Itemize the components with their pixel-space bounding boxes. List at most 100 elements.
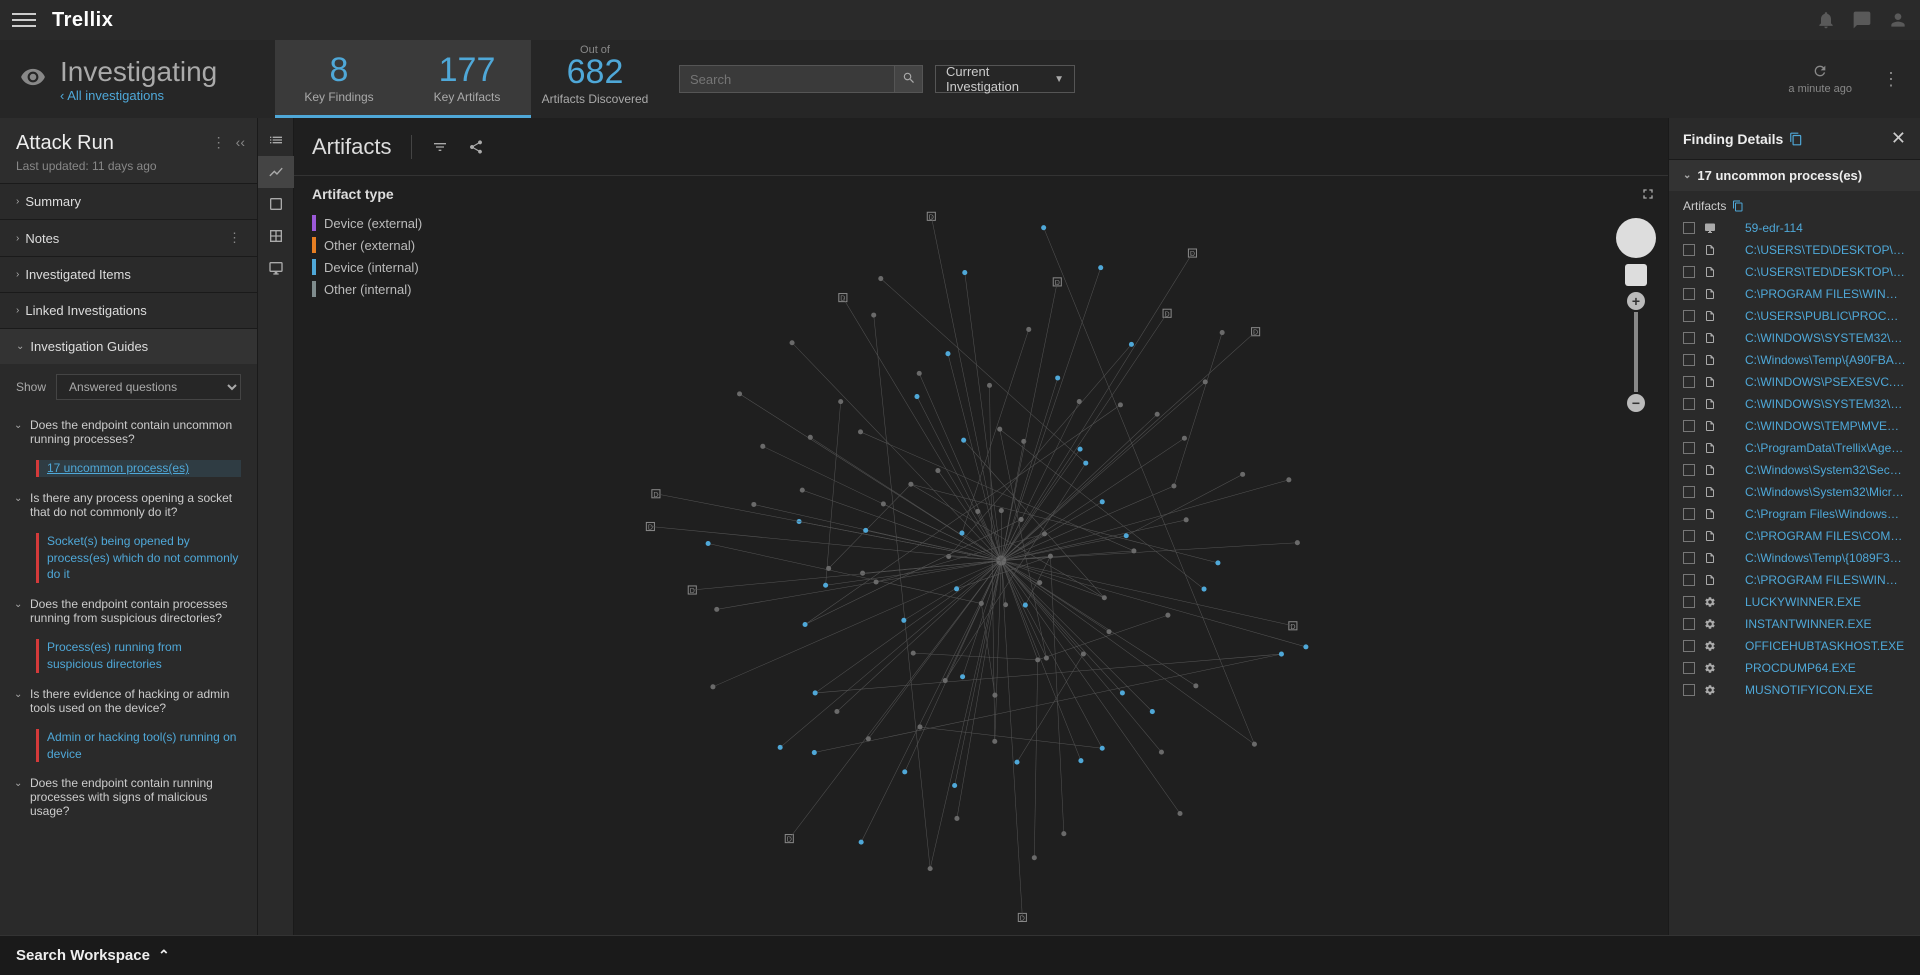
search-input[interactable] [679,65,895,93]
artifact-row: C:\USERS\TED\DESKTOP\INSTANT... [1683,261,1906,283]
artifact-link[interactable]: INSTANTWINNER.EXE [1745,617,1906,631]
guide-answer[interactable]: Admin or hacking tool(s) running on devi… [36,729,241,763]
artifact-link[interactable]: C:\USERS\TED\DESKTOP\INSTANT... [1745,265,1906,279]
artifact-link[interactable]: PROCDUMP64.EXE [1745,661,1906,675]
user-icon[interactable] [1888,10,1908,30]
share-icon[interactable] [468,139,484,155]
artifact-checkbox[interactable] [1683,640,1695,652]
section-summary[interactable]: ›Summary [0,183,257,219]
section-notes[interactable]: ›Notes⋮ [0,219,257,256]
artifact-link[interactable]: C:\Windows\Temp\{1089F3E7-C3... [1745,551,1906,565]
section-investigated[interactable]: ›Investigated Items [0,256,257,292]
artifact-checkbox[interactable] [1683,376,1695,388]
artifact-link[interactable]: C:\Windows\System32\SecurityH... [1745,463,1906,477]
artifact-checkbox[interactable] [1683,398,1695,410]
artifact-link[interactable]: OFFICEHUBTASKHOST.EXE [1745,639,1906,653]
artifact-link[interactable]: LUCKYWINNER.EXE [1745,595,1906,609]
sidebar-title: Attack Run [16,132,241,155]
artifact-link[interactable]: C:\USERS\TED\DESKTOP\LUCKYW... [1745,243,1906,257]
artifact-checkbox[interactable] [1683,596,1695,608]
bell-icon[interactable] [1816,10,1836,30]
guide-answer[interactable]: 17 uncommon process(es) [36,460,241,477]
artifact-checkbox[interactable] [1683,486,1695,498]
artifact-checkbox[interactable] [1683,266,1695,278]
artifact-checkbox[interactable] [1683,420,1695,432]
artifact-link[interactable]: C:\WINDOWS\SYSTEM32\MODE.C... [1745,397,1906,411]
chat-icon[interactable] [1852,10,1872,30]
artifact-checkbox[interactable] [1683,354,1695,366]
artifact-link[interactable]: C:\Program Files\WindowsApps\... [1745,507,1906,521]
view-graph-icon[interactable] [258,156,294,188]
sidebar-collapse-icon[interactable]: ‹‹ [236,134,245,151]
guide-question[interactable]: ⌄Does the endpoint contain running proce… [0,768,257,826]
artifacts-title: Artifacts [312,134,391,160]
investigation-select[interactable]: Current Investigation ▼ [935,65,1075,93]
section-linked[interactable]: ›Linked Investigations [0,292,257,328]
artifact-checkbox[interactable] [1683,310,1695,322]
section-guides[interactable]: ⌄Investigation Guides [0,328,257,364]
view-list-icon[interactable] [258,124,294,156]
copy-icon[interactable] [1732,200,1744,212]
artifact-checkbox[interactable] [1683,574,1695,586]
artifact-checkbox[interactable] [1683,222,1695,234]
artifact-checkbox[interactable] [1683,332,1695,344]
artifact-row: C:\PROGRAM FILES\WINDOWSAP... [1683,283,1906,305]
artifact-checkbox[interactable] [1683,552,1695,564]
menu-icon[interactable] [12,8,36,32]
artifact-link[interactable]: MUSNOTIFYICON.EXE [1745,683,1906,697]
artifact-checkbox[interactable] [1683,244,1695,256]
artifact-link[interactable]: C:\WINDOWS\SYSTEM32\MUSNO... [1745,331,1906,345]
chevron-up-icon: ⌃ [158,947,170,964]
filter-icon[interactable] [432,139,448,155]
artifact-row: LUCKYWINNER.EXE [1683,591,1906,613]
artifact-checkbox[interactable] [1683,288,1695,300]
artifact-row: C:\WINDOWS\PSEXESVC.EXE [1683,371,1906,393]
artifact-link[interactable]: C:\PROGRAM FILES\WINDOWSAP... [1745,573,1906,587]
artifact-row: PROCDUMP64.EXE [1683,657,1906,679]
guide-question[interactable]: ⌄Does the endpoint contain uncommon runn… [0,410,257,454]
artifact-link[interactable]: C:\WINDOWS\TEMP\MVEDRSETU... [1745,419,1906,433]
guide-question[interactable]: ⌄Is there any process opening a socket t… [0,483,257,527]
artifact-checkbox[interactable] [1683,618,1695,630]
sidebar-kebab-icon[interactable]: ⋮ [212,134,226,151]
svg-text:D: D [1290,623,1295,631]
view-box-icon[interactable] [258,188,294,220]
copy-icon[interactable] [1789,132,1803,146]
search-button[interactable] [895,65,923,93]
gear-icon [1703,617,1717,631]
artifact-link[interactable]: C:\PROGRAM FILES\WINDOWSAP... [1745,287,1906,301]
artifact-checkbox[interactable] [1683,530,1695,542]
guide-question[interactable]: ⌄Is there evidence of hacking or admin t… [0,679,257,723]
artifact-link[interactable]: C:\PROGRAM FILES\COMMON FIL... [1745,529,1906,543]
artifact-link[interactable]: C:\Windows\System32\MicrosoftE... [1745,485,1906,499]
artifact-checkbox[interactable] [1683,662,1695,674]
view-monitor-icon[interactable] [258,252,294,284]
stat-key-findings[interactable]: 8 Key Findings [275,40,403,118]
stat-key-artifacts[interactable]: 177 Key Artifacts [403,40,531,118]
search-workspace-bar[interactable]: Search Workspace ⌃ [0,935,1920,975]
kebab-icon[interactable]: ⋮ [1882,69,1900,90]
artifact-link[interactable]: C:\WINDOWS\PSEXESVC.EXE [1745,375,1906,389]
guide-answer[interactable]: Process(es) running from suspicious dire… [36,639,241,673]
file-icon [1703,507,1717,521]
back-link[interactable]: All investigations [60,88,217,103]
guide-question[interactable]: ⌄Does the endpoint contain processes run… [0,589,257,633]
node-graph[interactable]: DDDDDDDDDDDD [294,176,1668,935]
close-icon[interactable]: ✕ [1891,128,1906,149]
refresh-icon[interactable] [1812,63,1828,79]
finding-expand[interactable]: ⌄17 uncommon process(es) [1669,160,1920,191]
artifact-checkbox[interactable] [1683,442,1695,454]
artifact-checkbox[interactable] [1683,508,1695,520]
artifact-link[interactable]: C:\Windows\Temp\{A90FBAB5-F6... [1745,353,1906,367]
artifact-link[interactable]: C:\USERS\PUBLIC\PROCDUMP64.... [1745,309,1906,323]
artifact-checkbox[interactable] [1683,464,1695,476]
view-grid-icon[interactable] [258,220,294,252]
stat-artifacts-discovered[interactable]: Out of 682 Artifacts Discovered [531,40,659,118]
artifact-checkbox[interactable] [1683,684,1695,696]
show-select[interactable]: Answered questions [56,374,241,400]
svg-text:D: D [1165,310,1170,318]
finding-details-panel: Finding Details ✕ ⌄17 uncommon process(e… [1668,118,1920,935]
artifact-link[interactable]: 59-edr-114 [1745,221,1906,235]
guide-answer[interactable]: Socket(s) being opened by process(es) wh… [36,533,241,583]
artifact-link[interactable]: C:\ProgramData\Trellix\Agent\C... [1745,441,1906,455]
